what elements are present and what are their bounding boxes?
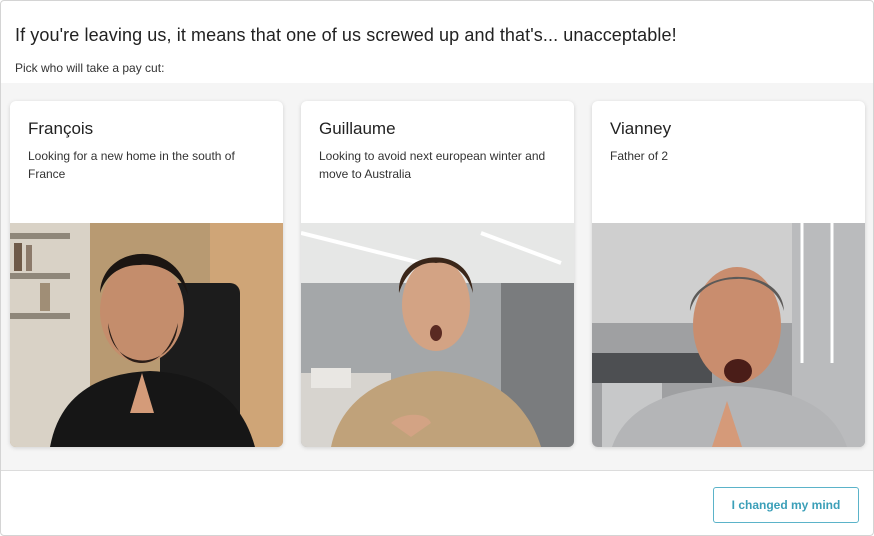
card-description: Looking for a new home in the south of F… [28,149,235,181]
footer-divider [1,470,873,471]
person-photo [592,223,865,447]
dialog-headline: If you're leaving us, it means that one … [15,25,677,45]
card-name: François [28,119,94,138]
cancel-dialog: If you're leaving us, it means that one … [0,0,874,536]
card-description: Father of 2 [610,149,669,163]
person-card-vianney[interactable]: Vianney Father of 2 [592,101,865,447]
card-description: Looking to avoid next european winter an… [319,149,546,181]
card-name: Guillaume [319,119,396,138]
person-photo [301,223,574,447]
dialog-subline: Pick who will take a pay cut: [15,61,165,75]
person-card-francois[interactable]: François Looking for a new home in the s… [10,101,283,447]
changed-mind-button[interactable]: I changed my mind [713,487,859,523]
card-name: Vianney [610,119,672,138]
person-photo [10,223,283,447]
person-card-guillaume[interactable]: Guillaume Looking to avoid next european… [301,101,574,447]
